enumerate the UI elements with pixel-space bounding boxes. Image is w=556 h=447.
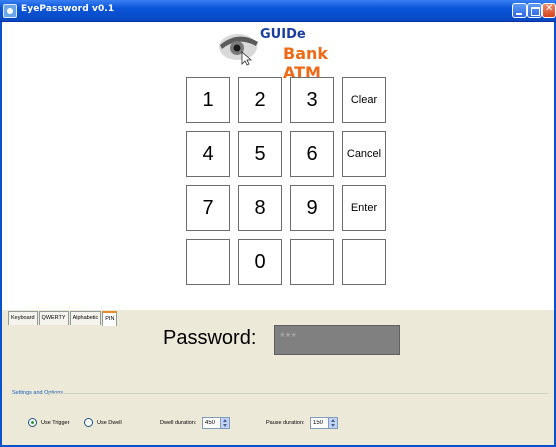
clear-button[interactable]: Clear xyxy=(342,77,386,123)
key-5[interactable]: 5 xyxy=(238,131,282,177)
use-trigger-option[interactable]: Use Trigger xyxy=(28,418,69,427)
eye-logo-icon xyxy=(219,34,258,66)
title-bar[interactable]: EyePassword v0.1 xyxy=(0,0,556,22)
tab-keyboard[interactable]: Keyboard xyxy=(8,311,38,325)
key-3[interactable]: 3 xyxy=(290,77,334,123)
key-4[interactable]: 4 xyxy=(186,131,230,177)
key-2[interactable]: 2 xyxy=(238,77,282,123)
key-blank-right[interactable] xyxy=(342,239,386,285)
dwell-duration-input[interactable] xyxy=(203,418,221,428)
dwell-duration-label: Dwell duration: xyxy=(160,420,197,426)
minimize-icon[interactable] xyxy=(512,3,527,18)
key-8[interactable]: 8 xyxy=(238,185,282,231)
key-blank-mid[interactable] xyxy=(290,239,334,285)
enter-button[interactable]: Enter xyxy=(342,185,386,231)
pause-duration-input[interactable] xyxy=(311,418,329,428)
use-dwell-label: Use Dwell xyxy=(97,419,122,426)
pause-spin-arrows-icon[interactable] xyxy=(328,418,337,428)
window-title: EyePassword v0.1 xyxy=(21,4,115,14)
tab-alphabetic[interactable]: Alphabetic xyxy=(69,311,102,325)
tab-strip: Keyboard QWERTY Alphabetic PIN xyxy=(8,311,118,326)
dwell-spin-arrows-icon[interactable] xyxy=(220,418,229,428)
pause-duration-stepper[interactable] xyxy=(310,417,338,429)
key-7[interactable]: 7 xyxy=(186,185,230,231)
pause-duration-label: Pause duration: xyxy=(266,420,305,426)
settings-divider xyxy=(48,393,548,394)
key-9[interactable]: 9 xyxy=(290,185,334,231)
maximize-icon[interactable] xyxy=(527,3,542,18)
guide-bank-atm-logo: GUIDe Bank ATM xyxy=(218,27,358,82)
key-blank-left[interactable] xyxy=(186,239,230,285)
use-dwell-radio[interactable] xyxy=(84,418,93,427)
password-label: Password: xyxy=(163,327,257,349)
tab-qwerty[interactable]: QWERTY xyxy=(38,311,69,325)
app-eye-icon xyxy=(3,4,17,18)
close-icon[interactable] xyxy=(542,3,556,18)
use-trigger-radio[interactable] xyxy=(28,418,37,427)
key-1[interactable]: 1 xyxy=(186,77,230,123)
logo-guide-text: GUIDe xyxy=(260,27,306,42)
password-field[interactable]: *** xyxy=(274,325,400,355)
tab-pin[interactable]: PIN xyxy=(102,311,118,326)
use-dwell-option[interactable]: Use Dwell xyxy=(84,418,122,427)
key-6[interactable]: 6 xyxy=(290,131,334,177)
use-trigger-label: Use Trigger xyxy=(41,419,70,426)
key-0[interactable]: 0 xyxy=(238,239,282,285)
dwell-duration-stepper[interactable] xyxy=(202,417,230,429)
cancel-button[interactable]: Cancel xyxy=(342,131,386,177)
